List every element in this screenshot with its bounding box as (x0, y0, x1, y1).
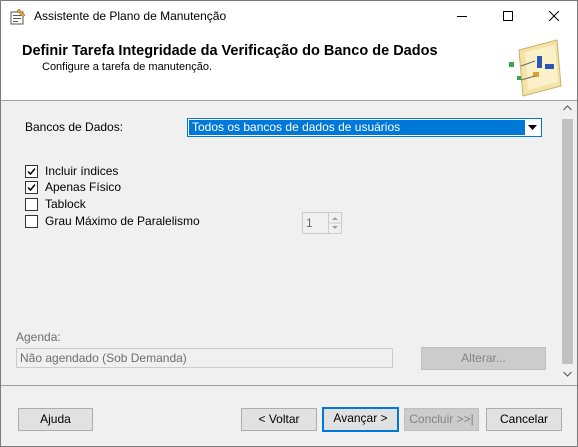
physical-only-label: Apenas Físico (45, 180, 122, 194)
tablock-label: Tablock (45, 197, 86, 211)
schedule-value: Não agendado (Sob Demanda) (20, 351, 187, 365)
change-schedule-button[interactable]: Alterar... (421, 347, 546, 370)
page-title: Definir Tarefa Integridade da Verificaçã… (22, 43, 438, 59)
schedule-label: Agenda: (16, 330, 61, 344)
checkmark-icon (27, 184, 36, 192)
wizard-window: Assistente de Plano de Manutenção Defini… (0, 0, 578, 447)
minimize-icon (457, 16, 467, 17)
scroll-down-icon[interactable] (563, 371, 572, 377)
wizard-header: Definir Tarefa Integridade da Verificaçã… (1, 32, 577, 101)
cancel-button[interactable]: Cancelar (486, 408, 562, 431)
back-button[interactable]: < Voltar (241, 408, 317, 431)
scrollbar-thumb[interactable] (562, 119, 573, 364)
next-button[interactable]: Avançar > (322, 407, 399, 432)
schedule-field: Não agendado (Sob Demanda) (16, 348, 393, 368)
wizard-app-icon (10, 9, 26, 25)
databases-label: Bancos de Dados: (25, 120, 124, 134)
help-button[interactable]: Ajuda (18, 408, 93, 431)
minimize-button[interactable] (439, 1, 485, 32)
page-subtitle: Configure a tarefa de manutenção. (42, 61, 213, 73)
maximize-button[interactable] (485, 1, 531, 32)
parallelism-spinner[interactable]: 1 (302, 212, 342, 234)
close-button[interactable] (531, 1, 577, 32)
chevron-down-icon[interactable] (524, 119, 541, 136)
databases-selected-value: Todos os bancos de dados de usuários (189, 120, 525, 135)
finish-button[interactable]: Concluir >>| (404, 408, 479, 431)
close-icon (549, 11, 559, 21)
tablock-checkbox[interactable] (25, 198, 38, 211)
physical-only-checkbox[interactable] (25, 181, 38, 194)
parallelism-value: 1 (306, 216, 313, 230)
maximize-icon (503, 11, 513, 21)
title-bar: Assistente de Plano de Manutenção (1, 1, 577, 32)
window-title: Assistente de Plano de Manutenção (34, 9, 227, 23)
checkmark-icon (27, 168, 36, 176)
include-indexes-checkbox[interactable] (25, 165, 38, 178)
footer-divider (1, 385, 577, 386)
vertical-scrollbar[interactable] (559, 101, 576, 383)
spinner-buttons[interactable] (328, 213, 341, 233)
databases-dropdown[interactable]: Todos os bancos de dados de usuários (187, 118, 542, 137)
maintenance-wizard-icon (509, 39, 562, 97)
max-parallelism-label: Grau Máximo de Paralelismo (45, 214, 200, 228)
include-indexes-label: Incluir índices (45, 164, 119, 178)
spinner-arrows-icon[interactable] (329, 213, 341, 233)
scroll-up-icon[interactable] (563, 105, 572, 111)
max-parallelism-checkbox[interactable] (25, 215, 38, 228)
